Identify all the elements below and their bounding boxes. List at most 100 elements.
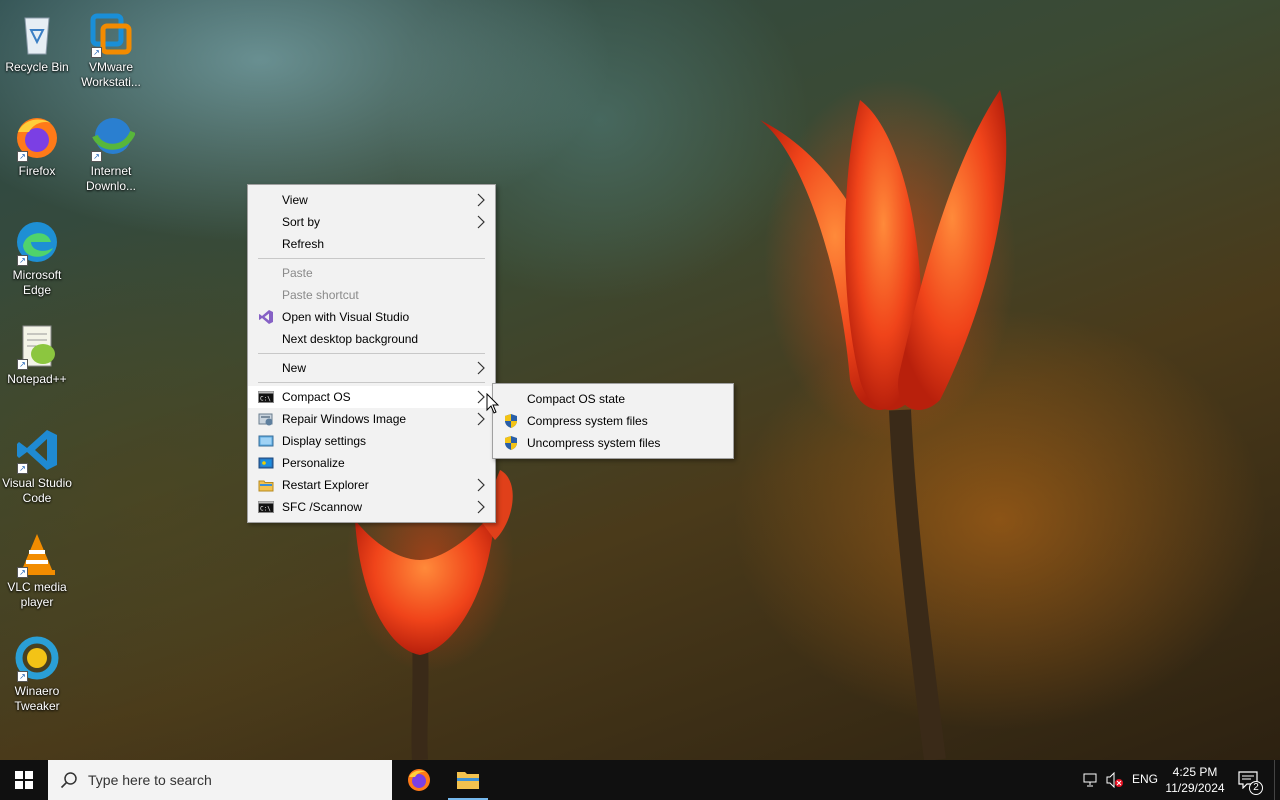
desktop-icon-label: Microsoft Edge <box>12 268 62 297</box>
console-icon: C:\ <box>258 391 274 403</box>
menu-item-paste: Paste <box>248 262 495 284</box>
taskbar-clock[interactable]: 4:25 PM 11/29/2024 <box>1160 764 1230 796</box>
menu-item-personalize[interactable]: Personalize <box>248 452 495 474</box>
show-desktop-button[interactable] <box>1274 760 1280 800</box>
desktop-icon-notepad-plus-plus[interactable]: ↗ Notepad++ <box>0 316 74 387</box>
menu-item-label: Paste shortcut <box>282 288 359 302</box>
menu-item-label: Personalize <box>282 456 345 470</box>
clock-date: 11/29/2024 <box>1165 781 1225 795</box>
mouse-cursor-icon <box>486 393 500 414</box>
menu-separator <box>258 382 485 383</box>
desktop-icon-internet-download-manager[interactable]: ↗ Internet Downlo... <box>74 108 148 194</box>
shortcut-arrow-icon: ↗ <box>17 671 28 682</box>
start-button[interactable] <box>0 760 48 800</box>
chevron-right-icon <box>477 478 485 492</box>
shortcut-arrow-icon: ↗ <box>91 151 102 162</box>
taskbar-search-box[interactable]: Type here to search <box>48 760 392 800</box>
shortcut-arrow-icon: ↗ <box>17 151 28 162</box>
winaero-tweaker-icon: ↗ <box>13 634 61 682</box>
menu-item-new[interactable]: New <box>248 357 495 379</box>
shortcut-arrow-icon: ↗ <box>17 567 28 578</box>
desktop-icon-label: Recycle Bin <box>5 60 69 74</box>
desktop-icon-vmware[interactable]: ↗ VMware Workstati... <box>74 4 148 90</box>
internet-download-manager-icon: ↗ <box>87 114 136 162</box>
wallpaper-tulips <box>355 90 1007 760</box>
desktop-icon-firefox[interactable]: ↗ Firefox <box>0 108 74 179</box>
notification-badge: 2 <box>1249 781 1263 795</box>
windows-logo-icon <box>15 771 33 789</box>
edge-icon: ↗ <box>13 218 61 266</box>
menu-item-label: Compress system files <box>527 414 648 428</box>
desktop-icon-label: Notepad++ <box>7 372 67 386</box>
desktop-icon-label: Visual Studio Code <box>2 476 72 505</box>
svg-text:C:\: C:\ <box>260 506 271 513</box>
shortcut-arrow-icon: ↗ <box>17 255 28 266</box>
submenu-item-compress-system-files[interactable]: Compress system files <box>493 410 733 432</box>
notepad-plus-plus-icon: ↗ <box>13 322 61 370</box>
desktop-icon-edge[interactable]: ↗ Microsoft Edge <box>0 212 74 298</box>
compact-os-submenu: Compact OS state Compress system files U… <box>492 383 734 459</box>
vlc-icon: ↗ <box>13 530 61 578</box>
display-icon <box>258 435 274 447</box>
chevron-right-icon <box>477 500 485 514</box>
vmware-icon: ↗ <box>87 10 135 58</box>
console-icon: C:\ <box>258 501 274 513</box>
desktop-icon-vlc[interactable]: ↗ VLC media player <box>0 524 74 610</box>
desktop-icon-label: Winaero Tweaker <box>14 684 60 713</box>
taskbar: Type here to search ENG 4:25 PM 11/29/20… <box>0 760 1280 800</box>
chevron-right-icon <box>477 390 485 404</box>
desktop-icon-label: Firefox <box>18 164 56 178</box>
menu-item-label: Restart Explorer <box>282 478 369 492</box>
desktop-icon-label: Internet Downlo... <box>85 164 137 193</box>
desktop-icon-recycle-bin[interactable]: Recycle Bin <box>0 4 74 75</box>
menu-item-restart-explorer[interactable]: Restart Explorer <box>248 474 495 496</box>
language-indicator[interactable]: ENG <box>1132 772 1158 786</box>
menu-item-next-desktop-background[interactable]: Next desktop background <box>248 328 495 350</box>
search-placeholder: Type here to search <box>88 772 212 788</box>
clock-time: 4:25 PM <box>1172 765 1218 779</box>
menu-item-label: Next desktop background <box>282 332 419 346</box>
desktop-icon-vscode[interactable]: ↗ Visual Studio Code <box>0 420 74 506</box>
menu-item-label: Sort by <box>282 215 321 229</box>
desktop-icon-winaero-tweaker[interactable]: ↗ Winaero Tweaker <box>0 628 74 714</box>
shortcut-arrow-icon: ↗ <box>17 359 28 370</box>
submenu-item-uncompress-system-files[interactable]: Uncompress system files <box>493 432 733 454</box>
menu-item-label: Display settings <box>282 434 367 448</box>
menu-item-sort-by[interactable]: Sort by <box>248 211 495 233</box>
firefox-icon: ↗ <box>13 114 61 162</box>
taskbar-file-explorer[interactable] <box>444 760 492 800</box>
action-center-button[interactable]: 2 <box>1232 760 1268 800</box>
menu-item-open-with-visual-studio[interactable]: Open with Visual Studio <box>248 306 495 328</box>
menu-item-display-settings[interactable]: Display settings <box>248 430 495 452</box>
menu-item-refresh[interactable]: Refresh <box>248 233 495 255</box>
chevron-right-icon <box>477 193 485 207</box>
firefox-icon <box>408 769 430 791</box>
uac-shield-icon <box>505 436 517 450</box>
network-icon[interactable] <box>1083 772 1099 788</box>
menu-item-label: Compact OS state <box>527 392 626 406</box>
menu-item-label: Compact OS <box>282 390 351 404</box>
vscode-icon: ↗ <box>13 426 61 474</box>
svg-text:C:\: C:\ <box>260 396 271 403</box>
file-explorer-icon <box>457 772 479 789</box>
desktop-context-menu: View Sort by Refresh Paste Paste shortcu… <box>247 184 496 523</box>
shortcut-arrow-icon: ↗ <box>91 47 102 58</box>
desktop-icon-label: VMware Workstati... <box>81 60 141 89</box>
taskbar-firefox[interactable] <box>395 760 443 800</box>
menu-item-repair-windows-image[interactable]: Repair Windows Image <box>248 408 495 430</box>
menu-item-sfc-scannow[interactable]: C:\ SFC /Scannow <box>248 496 495 518</box>
submenu-item-compact-os-state[interactable]: Compact OS state <box>493 388 733 410</box>
menu-item-paste-shortcut: Paste shortcut <box>248 284 495 306</box>
menu-item-compact-os[interactable]: C:\ Compact OS <box>248 386 495 408</box>
repair-icon <box>258 413 273 426</box>
search-icon <box>60 772 77 789</box>
menu-item-label: View <box>282 193 308 207</box>
personalize-icon <box>258 457 274 469</box>
menu-item-label: SFC /Scannow <box>282 500 363 514</box>
visual-studio-icon <box>259 310 273 324</box>
menu-item-label: Uncompress system files <box>527 436 661 450</box>
menu-item-view[interactable]: View <box>248 189 495 211</box>
recycle-bin-icon <box>13 10 61 58</box>
volume-muted-icon[interactable] <box>1106 772 1124 788</box>
uac-shield-icon <box>505 414 517 428</box>
